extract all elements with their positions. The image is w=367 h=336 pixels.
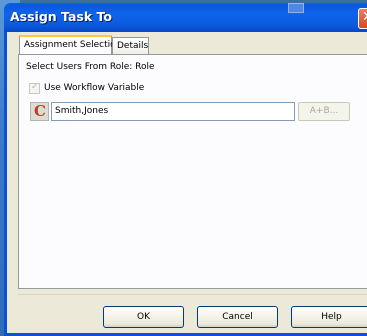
expression-button[interactable]: A+B... [298, 102, 350, 121]
role-label: Select Users From Role: Role [26, 62, 155, 72]
checkmark-icon: ✓ [31, 82, 39, 92]
window-glyph-icon [288, 3, 304, 13]
tab-assignment-selection[interactable]: Assignment Selection [19, 35, 121, 55]
divider [18, 294, 367, 295]
use-workflow-variable-checkbox[interactable]: ✓ [29, 82, 40, 94]
dialog-client-area: Assignment Selection Details Select User… [7, 32, 367, 333]
tab-details[interactable]: Details [112, 37, 149, 54]
close-button[interactable]: ✕ [358, 8, 367, 29]
help-button[interactable]: Help [291, 306, 367, 328]
close-icon: ✕ [362, 9, 367, 25]
dialog-window: Assign Task To ✕ Assignment Selection De… [4, 3, 367, 336]
cancel-button[interactable]: Cancel [197, 306, 278, 328]
title-bar[interactable]: Assign Task To ✕ [4, 3, 367, 32]
workflow-variable-icon[interactable]: C [30, 102, 49, 121]
window-title: Assign Task To [10, 9, 112, 24]
workflow-variable-input[interactable]: Smith,Jones [51, 102, 295, 121]
use-workflow-variable-label: Use Workflow Variable [44, 83, 145, 93]
tab-panel: Select Users From Role: Role ✓ Use Workf… [18, 54, 367, 289]
ok-button[interactable]: OK [103, 306, 184, 328]
